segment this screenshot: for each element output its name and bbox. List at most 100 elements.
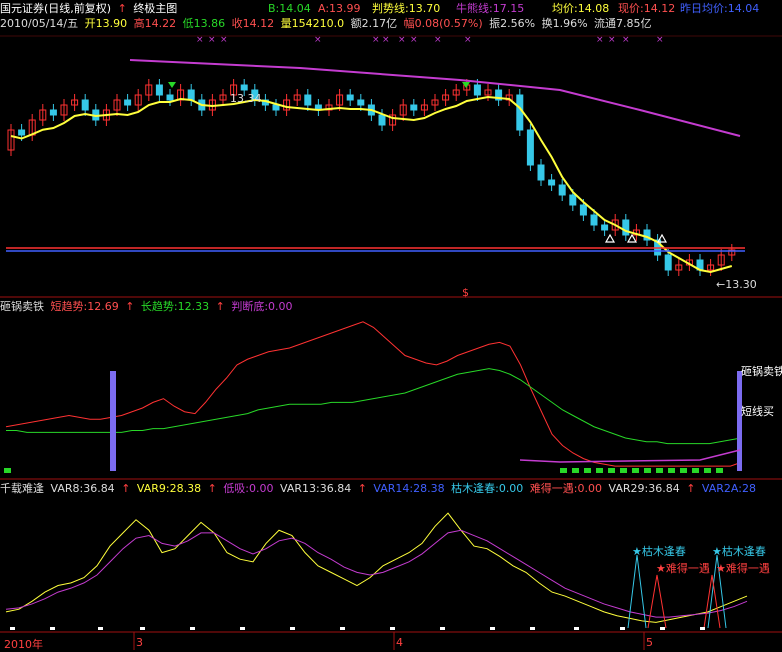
candle-body [548, 179, 556, 186]
panel2-name[interactable]: 砸锅卖铁 [0, 300, 44, 313]
float-value: 流通7.85亿 [594, 17, 652, 30]
tag-dry-wood-2: ★枯木逢春 [712, 545, 766, 558]
white-dot-marker [700, 627, 705, 630]
up-arrow-icon: ↑ [215, 300, 225, 313]
var8-value: VAR8:36.84 [50, 482, 115, 495]
green-dot-marker [680, 468, 687, 473]
signal-bar [110, 371, 116, 471]
candle-body [304, 94, 312, 106]
green-dot-marker [596, 468, 603, 473]
up-arrow-icon: ↑ [125, 300, 135, 313]
panel2-header: 砸锅卖铁 短趋势:12.69 ↑ 长趋势:12.33 ↑ 判断底:0.00 [0, 300, 296, 314]
tag-rare-2: ★难得一遇 [716, 562, 770, 575]
var9-value: VAR9:28.38 [136, 482, 202, 495]
green-dot-marker [656, 468, 663, 473]
tag-rare-1: ★难得一遇 [656, 562, 710, 575]
tag-dry-wood-1: ★枯木逢春 [632, 545, 686, 558]
tag-sell: 砸锅卖铁 [741, 365, 782, 378]
white-dot-marker [530, 627, 535, 630]
candle-body [155, 84, 163, 96]
bull-bear-value: 牛熊线:17.15 [456, 2, 525, 15]
candle-body [124, 99, 132, 106]
candle-body [516, 94, 524, 131]
white-dot-marker [240, 627, 245, 630]
candle-body [81, 99, 89, 111]
purple-marker-icon: × [464, 35, 472, 45]
white-dot-marker [490, 627, 495, 630]
purple-marker-icon: × [622, 35, 630, 45]
green-dot-marker [584, 468, 591, 473]
candle-body [410, 104, 418, 111]
purple-marker-icon: × [596, 35, 604, 45]
green-dot-marker [608, 468, 615, 473]
up-arrow-icon: ↑ [357, 482, 367, 495]
candle-body [569, 194, 577, 206]
down-arrow-icon [168, 82, 176, 88]
b-value: B:14.04 [268, 2, 311, 15]
date-label: 2010/05/14/五 [0, 17, 79, 30]
long-trend-value: 长趋势:12.33 [140, 300, 210, 313]
absorb-value: 低吸:0.00 [223, 482, 274, 495]
axis-month-5: 5 [646, 636, 653, 649]
dry-wood-value: 枯木逢春:0.00 [451, 482, 524, 495]
amount-value: 额2.17亿 [350, 17, 398, 30]
candle-body [664, 254, 672, 271]
trend-line [10, 95, 733, 274]
a-value: A:13.99 [318, 2, 361, 15]
purple-marker-icon: × [314, 35, 322, 45]
up-arrow-icon: ↑ [686, 482, 696, 495]
green-dot-marker [4, 468, 11, 473]
turnover-value: 换1.96% [541, 17, 588, 30]
indicator-name[interactable]: 终极主图 [133, 2, 177, 15]
white-dot-marker [140, 627, 145, 630]
panel3-name[interactable]: 千载难逢 [0, 482, 44, 495]
volume-value: 量154210.0 [280, 17, 345, 30]
white-dot-marker [50, 627, 55, 630]
low-marker-label: ←13.30 [716, 278, 757, 291]
purple-marker-icon: × [382, 35, 390, 45]
rare-spike [703, 574, 721, 629]
long-trend-line [6, 368, 742, 445]
candle-body [558, 184, 566, 196]
trend-line-value: 判势线:13.70 [372, 2, 441, 15]
candle-body [49, 109, 57, 116]
purple-marker-icon: × [196, 35, 204, 45]
dry-wood-spike [627, 554, 647, 629]
candle-body [473, 84, 481, 96]
low-value: 低13.86 [182, 17, 226, 30]
signal-bar [737, 371, 742, 471]
open-value: 开13.90 [84, 17, 128, 30]
white-dot-marker [290, 627, 295, 630]
bottom-line [519, 449, 741, 463]
axis-month-4: 4 [396, 636, 403, 649]
up-arrow-icon [626, 233, 638, 243]
panel3-header: 千载难逢 VAR8:36.84 ↑ VAR9:28.38 ↑ 低吸:0.00 V… [0, 482, 759, 496]
candle-body [601, 224, 609, 231]
purple-marker-icon: × [220, 35, 228, 45]
candle-body [346, 94, 354, 101]
high-marker-label: 13.34 [230, 92, 262, 105]
candle-body [187, 89, 195, 101]
white-dot-marker [98, 627, 103, 630]
green-dot-marker [620, 468, 627, 473]
white-dot-marker [440, 627, 445, 630]
white-dot-marker [574, 627, 579, 630]
rare-spike [647, 574, 667, 629]
var14-value: VAR14:28.38 [373, 482, 445, 495]
up-arrow-icon: ↑ [117, 2, 127, 15]
axis-month-3: 3 [136, 636, 143, 649]
green-dot-marker [572, 468, 579, 473]
candle-body [622, 219, 630, 236]
green-dot-marker [644, 468, 651, 473]
white-dot-marker [620, 627, 625, 630]
candle-body [166, 94, 174, 101]
candle-body [537, 164, 545, 181]
amplitude-value: 振2.56% [489, 17, 536, 30]
change-value: 幅0.08(0.57%) [403, 17, 483, 30]
dollar-marker: $ [462, 286, 469, 299]
candle-body [526, 129, 534, 166]
green-dot-marker [704, 468, 711, 473]
up-arrow-icon: ↑ [121, 482, 131, 495]
white-dot-marker [390, 627, 395, 630]
tag-short-buy: 短线买 [741, 405, 774, 418]
